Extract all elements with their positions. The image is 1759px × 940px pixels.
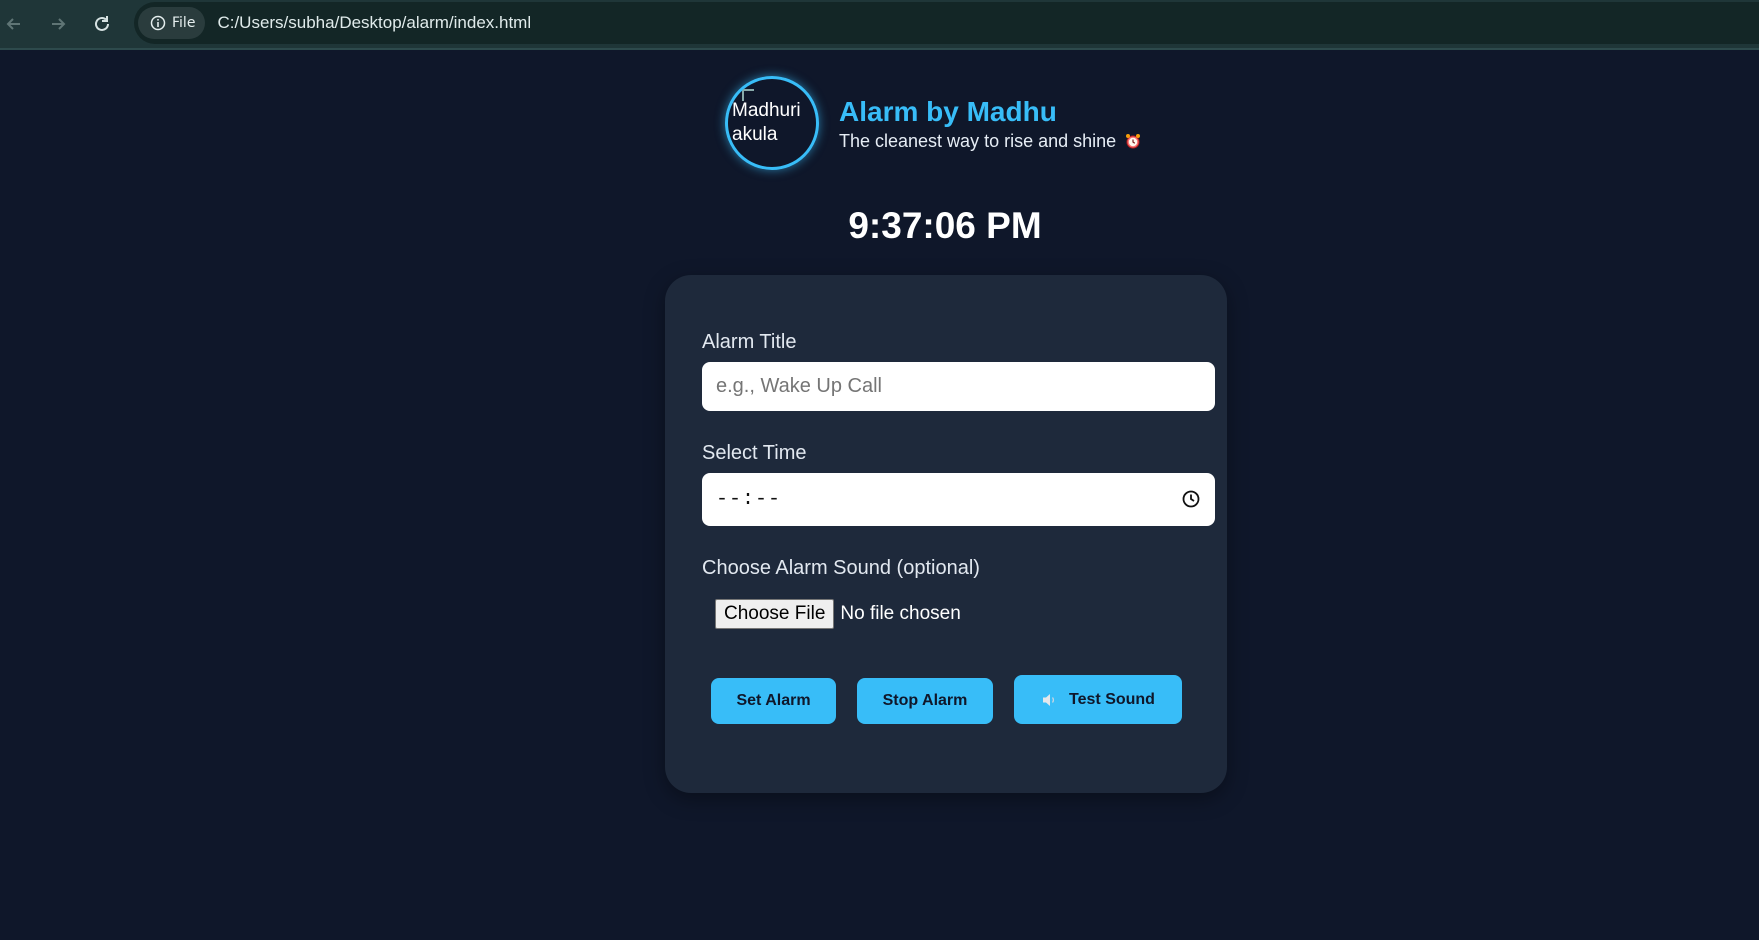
brand: Alarm by Madhu The cleanest way to rise … (839, 95, 1142, 152)
url-text[interactable]: C:/Users/subha/Desktop/alarm/index.html (217, 13, 531, 33)
avatar-alt-text: Madhuri akula (732, 100, 801, 145)
stop-alarm-label: Stop Alarm (882, 692, 968, 709)
tagline-text: The cleanest way to rise and shine (839, 130, 1117, 151)
current-time-text: 9:37:06 PM (848, 205, 1042, 246)
address-bar[interactable]: File C:/Users/subha/Desktop/alarm/index.… (134, 2, 1759, 44)
choose-file-button[interactable]: Choose File (715, 599, 835, 629)
alarm-sound-label: Choose Alarm Sound (optional) (702, 557, 980, 579)
site-info-button[interactable]: File (138, 7, 206, 39)
forward-button[interactable] (36, 2, 80, 46)
arrow-left-icon (6, 18, 20, 30)
info-icon (150, 15, 166, 31)
set-alarm-button[interactable]: Set Alarm (711, 678, 836, 724)
app-header: Madhuri akula Alarm by Madhu The cleanes… (725, 76, 1142, 170)
reload-icon (95, 16, 109, 31)
file-status: No file chosen (840, 603, 961, 624)
speaker-icon (1043, 693, 1055, 706)
test-sound-label: Test Sound (1069, 690, 1155, 708)
reload-button[interactable] (80, 2, 124, 46)
alarm-clock-icon (1126, 134, 1141, 149)
alarm-title-input[interactable]: e.g., Wake Up Call (702, 362, 1215, 411)
time-input-value: --:-- (716, 488, 782, 511)
broken-image-icon (742, 89, 754, 101)
select-time-label: Select Time (702, 442, 807, 464)
back-button[interactable] (0, 2, 36, 46)
clock-icon[interactable] (1181, 489, 1201, 509)
site-info-label: File (172, 15, 196, 31)
alarm-title-label: Alarm Title (702, 331, 797, 353)
tagline: The cleanest way to rise and shine (839, 131, 1142, 152)
time-input[interactable]: --:-- (702, 473, 1215, 526)
page-title: Alarm by Madhu (839, 95, 1057, 127)
test-sound-button[interactable]: Test Sound (1014, 675, 1182, 724)
alarm-sound-file-input: Choose File No file chosen (715, 599, 961, 629)
current-time: 9:37:06 PM (0, 205, 1759, 247)
stop-alarm-button[interactable]: Stop Alarm (857, 678, 993, 724)
arrow-right-icon (52, 18, 66, 30)
alarm-title-placeholder: e.g., Wake Up Call (716, 375, 882, 397)
alarm-card: Alarm Title e.g., Wake Up Call Select Ti… (665, 275, 1227, 793)
browser-toolbar: File C:/Users/subha/Desktop/alarm/index.… (0, 0, 1759, 50)
avatar: Madhuri akula (725, 76, 819, 170)
set-alarm-label: Set Alarm (736, 692, 811, 709)
